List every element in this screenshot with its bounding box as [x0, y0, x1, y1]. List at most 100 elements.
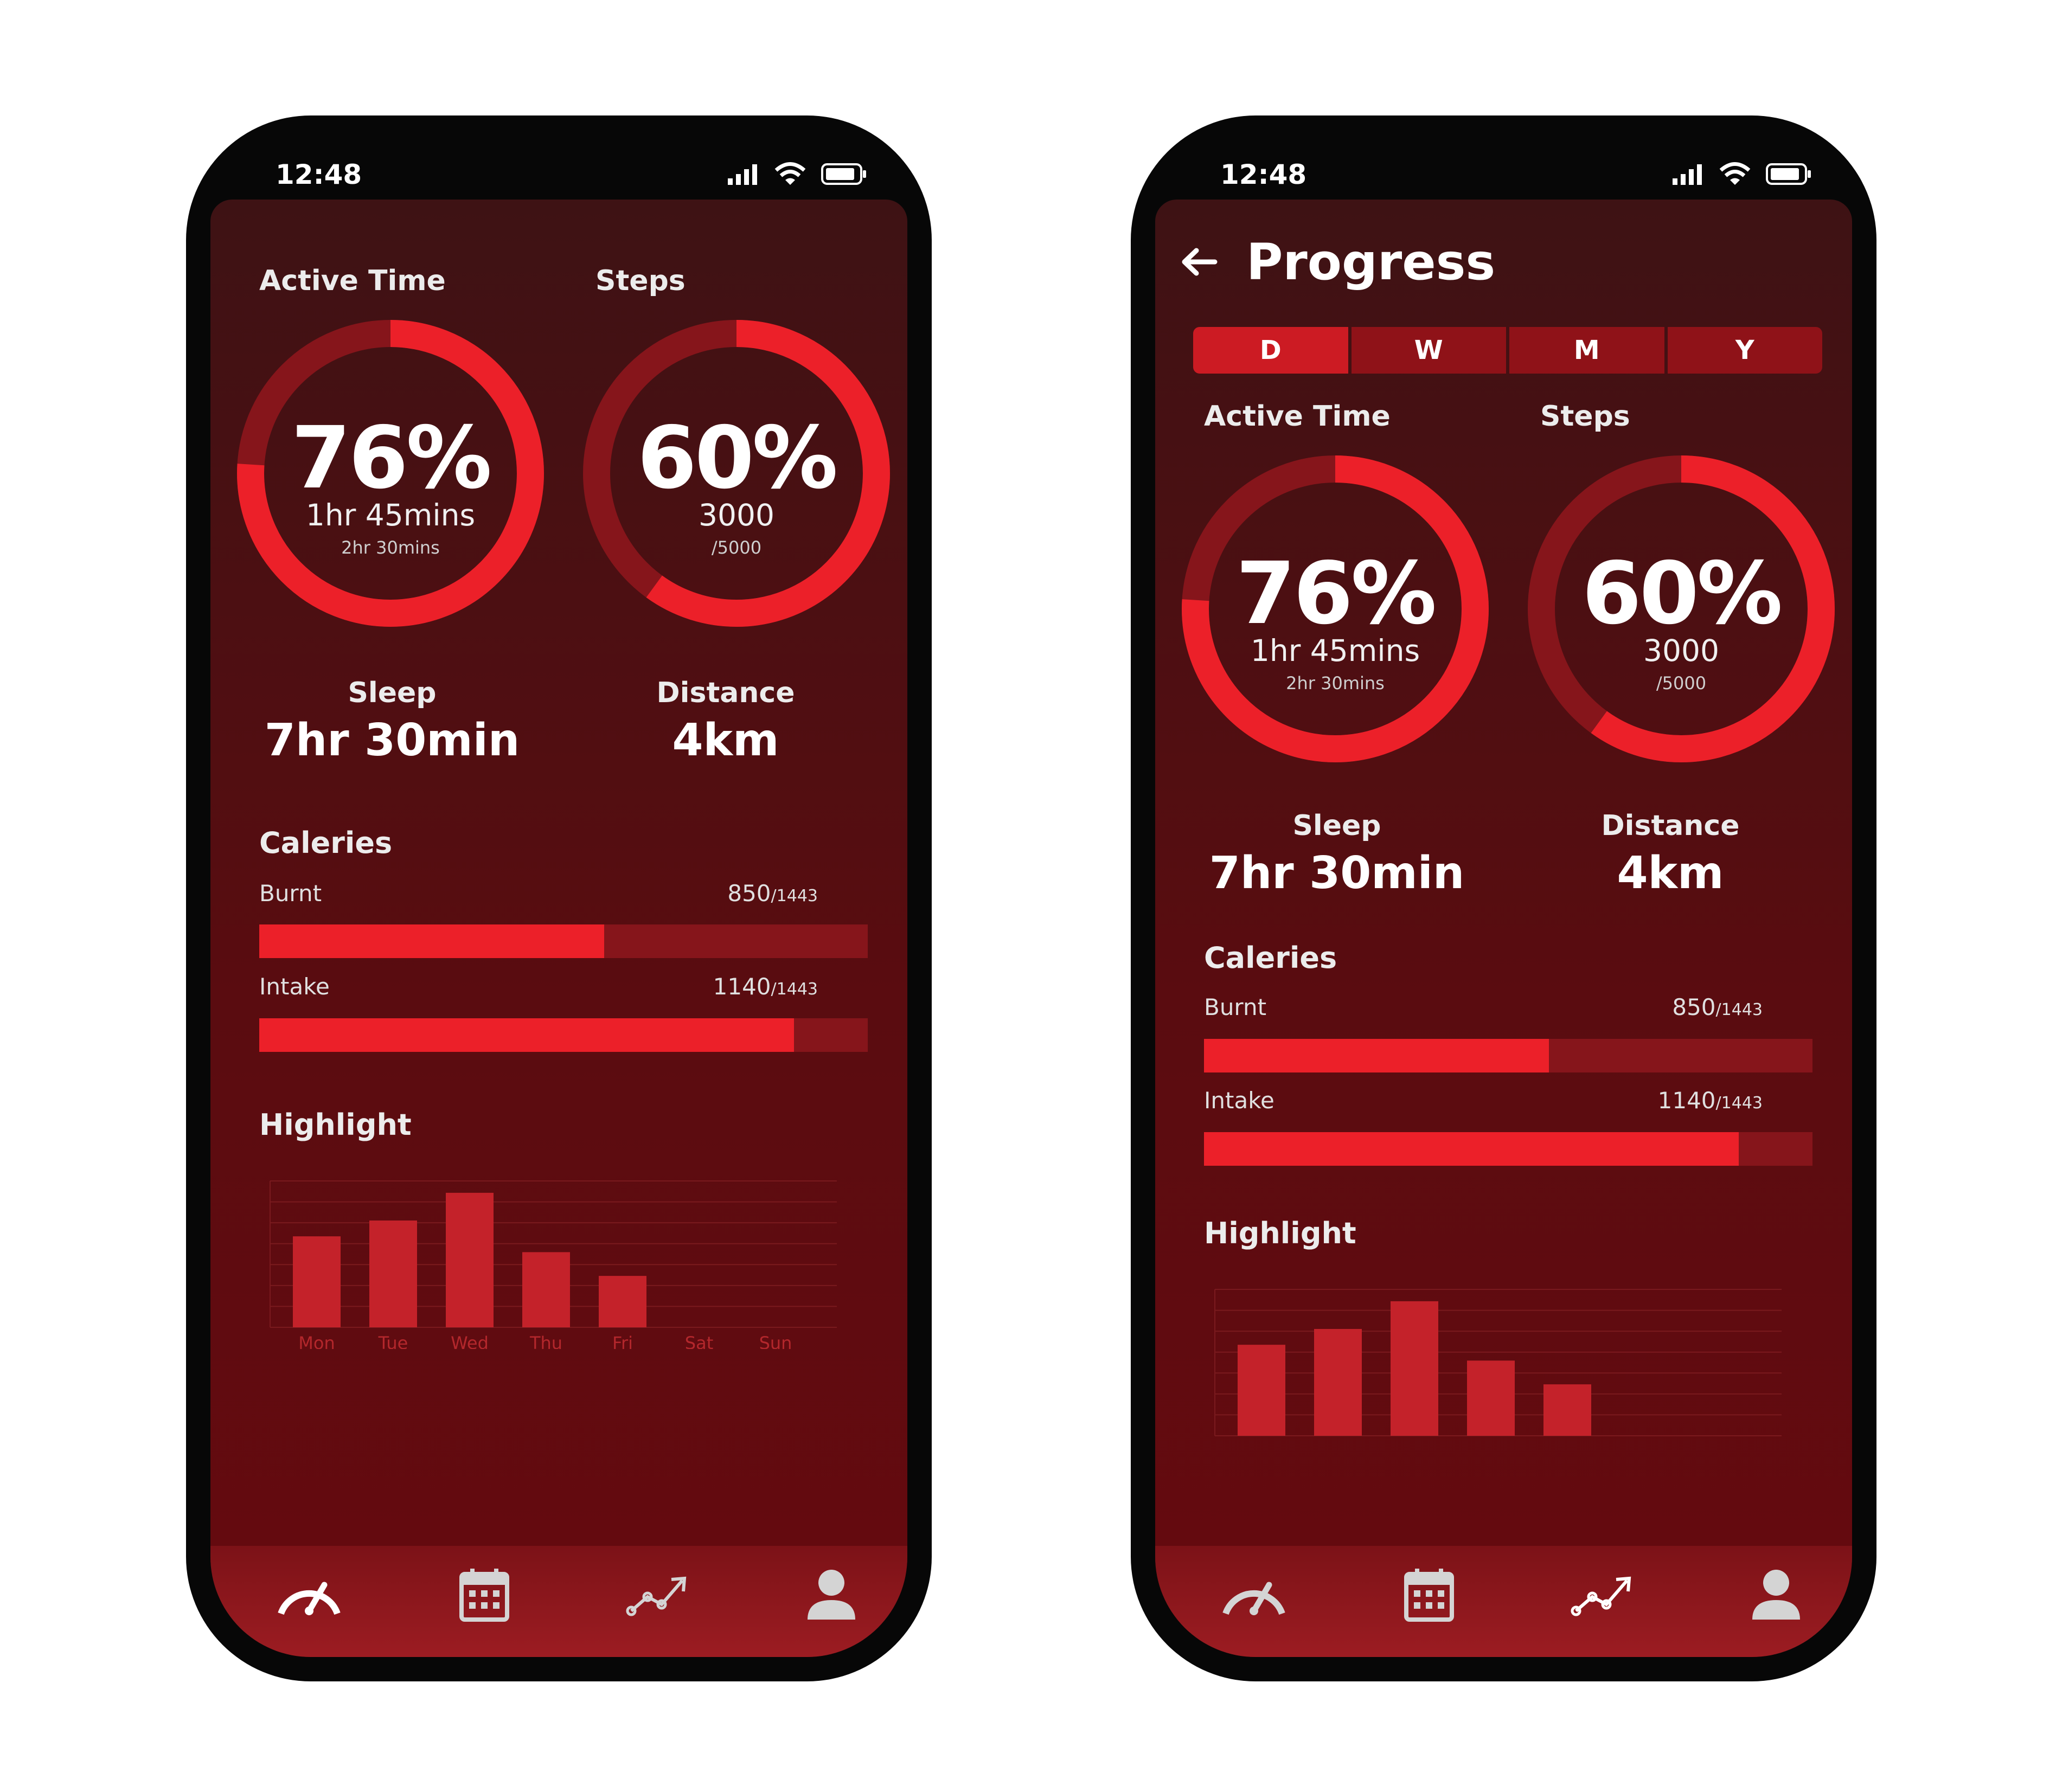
intake-bar: [259, 1018, 868, 1052]
chart-bar-tue: [1314, 1328, 1362, 1436]
chart-tick-label-sun: Sun: [759, 1333, 792, 1349]
highlight-chart: [1214, 1289, 1782, 1436]
user-icon: [808, 1570, 855, 1620]
status-time: 12:48: [276, 159, 362, 190]
chart-tick-label-mon: Mon: [298, 1333, 335, 1349]
chart-bar-thu: [1467, 1360, 1515, 1436]
chart-tick-label-sat: Sat: [685, 1333, 713, 1349]
period-tabs: D W M Y: [1193, 327, 1822, 374]
intake-bar-fill: [259, 1018, 795, 1052]
bottom-nav: [1155, 1546, 1852, 1657]
intake-bar-fill: [1204, 1132, 1739, 1166]
chart-bar-fri: [599, 1276, 646, 1327]
steps-label: Steps: [1540, 400, 1630, 433]
tab-year[interactable]: Y: [1667, 327, 1822, 374]
page-title: Progress: [1246, 233, 1496, 291]
chart-bar-wed: [1391, 1301, 1438, 1436]
chart-bar-thu: [522, 1252, 570, 1327]
intake-value: 1140/1443: [713, 973, 818, 1000]
tab-week[interactable]: W: [1351, 327, 1506, 374]
intake-label: Intake: [259, 973, 330, 1000]
steps-goal: /5000: [711, 537, 762, 558]
speedometer-icon: [278, 1582, 341, 1615]
nav-dashboard[interactable]: [1216, 1557, 1292, 1633]
phone-progress: 12:48 Progress D W M Y Active Time Steps…: [1131, 115, 1876, 1681]
nav-profile[interactable]: [793, 1557, 869, 1633]
burnt-label: Burnt: [1204, 994, 1267, 1020]
chart-bar-mon: [293, 1236, 341, 1327]
active-time-label: Active Time: [259, 265, 446, 297]
active-time-label: Active Time: [1204, 400, 1391, 433]
sleep-value: 7hr 30min: [264, 715, 520, 766]
battery-icon: [1766, 163, 1811, 185]
wifi-icon: [1719, 162, 1751, 185]
battery-icon: [821, 163, 866, 185]
status-time: 12:48: [1220, 159, 1307, 190]
calendar-icon: [459, 1569, 509, 1622]
bottom-nav: [210, 1546, 907, 1657]
status-icons: [728, 162, 867, 186]
steps-value: 3000: [1643, 633, 1719, 668]
distance-label: Distance: [1601, 810, 1740, 842]
active-time-goal: 2hr 30mins: [341, 537, 440, 558]
user-icon: [1752, 1570, 1800, 1620]
steps-percent: 60%: [637, 408, 838, 508]
distance-value: 4km: [1617, 847, 1724, 899]
trend-icon: [1571, 1576, 1631, 1616]
sleep-label: Sleep: [1292, 810, 1381, 842]
tab-month[interactable]: M: [1509, 327, 1664, 374]
back-button[interactable]: [1176, 237, 1225, 286]
burnt-bar: [1204, 1039, 1812, 1072]
distance-value: 4km: [672, 715, 779, 766]
active-time-percent: 76%: [1235, 544, 1437, 644]
burnt-value: 850/1443: [1672, 994, 1763, 1020]
progress-screen: Progress D W M Y Active Time Steps 76% 1…: [1155, 200, 1852, 1657]
highlight-title: Highlight: [259, 1108, 412, 1142]
chart-tick-label-wed: Wed: [451, 1333, 489, 1349]
tab-day[interactable]: D: [1193, 327, 1348, 374]
signal-icon: [728, 164, 757, 185]
calories-title: Caleries: [1204, 941, 1337, 975]
burnt-bar-fill: [1204, 1039, 1549, 1072]
chart-tick-label-tue: Tue: [378, 1333, 408, 1349]
nav-dashboard[interactable]: [271, 1557, 347, 1633]
intake-bar: [1204, 1132, 1812, 1166]
arrow-left-icon: [1182, 248, 1218, 276]
dashboard-screen: Active Time Steps 76% 1hr 45mins 2hr 30m…: [210, 200, 907, 1657]
nav-calendar[interactable]: [446, 1557, 522, 1633]
calendar-icon: [1404, 1569, 1454, 1622]
burnt-value: 850/1443: [727, 880, 818, 907]
status-icons: [1673, 162, 1811, 186]
active-time-ring: 76% 1hr 45mins 2hr 30mins: [233, 316, 548, 631]
calories-title: Caleries: [259, 826, 393, 860]
steps-percent: 60%: [1581, 544, 1783, 644]
trend-icon: [626, 1576, 687, 1616]
phone-dashboard: 12:48 Active Time Steps 76% 1hr 45mins 2…: [186, 115, 932, 1681]
active-time-goal: 2hr 30mins: [1286, 673, 1385, 693]
intake-value: 1140/1443: [1657, 1087, 1763, 1114]
active-time-value: 1hr 45mins: [1250, 633, 1420, 668]
steps-ring: 60% 3000 /5000: [579, 316, 894, 631]
intake-label: Intake: [1204, 1087, 1274, 1114]
burnt-bar: [259, 924, 868, 958]
active-time-percent: 76%: [291, 408, 492, 508]
chart-bar-tue: [369, 1220, 417, 1327]
signal-icon: [1673, 164, 1702, 185]
chart-bar-wed: [446, 1192, 494, 1327]
nav-progress[interactable]: [622, 1557, 697, 1633]
nav-calendar[interactable]: [1391, 1557, 1467, 1633]
steps-goal: /5000: [1656, 673, 1707, 693]
highlight-title: Highlight: [1204, 1216, 1356, 1250]
burnt-bar-fill: [259, 924, 605, 958]
steps-value: 3000: [699, 498, 774, 532]
wifi-icon: [774, 162, 806, 185]
speedometer-icon: [1222, 1582, 1285, 1615]
chart-bar-fri: [1543, 1384, 1591, 1436]
nav-profile[interactable]: [1738, 1557, 1814, 1633]
sleep-label: Sleep: [348, 677, 437, 709]
chart-tick-label-fri: Fri: [612, 1333, 633, 1349]
nav-progress[interactable]: [1566, 1557, 1642, 1633]
chart-tick-label-thu: Thu: [529, 1333, 562, 1349]
distance-label: Distance: [656, 677, 795, 709]
burnt-label: Burnt: [259, 880, 322, 907]
